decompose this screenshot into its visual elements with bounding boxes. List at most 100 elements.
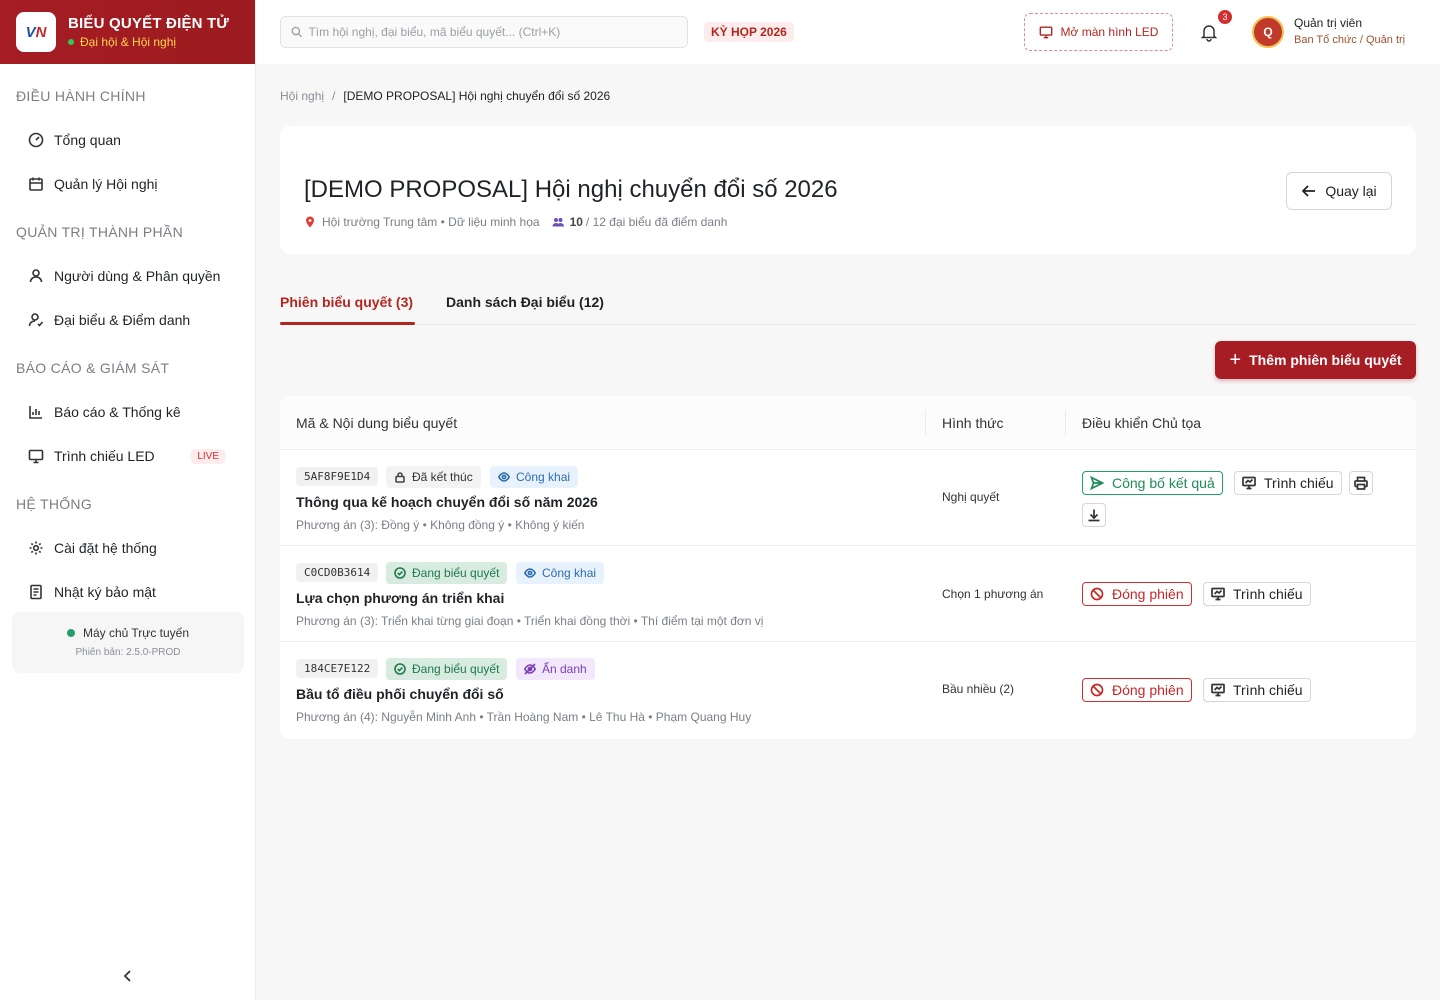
- conference-location: Hội trường Trung tâm • Dữ liệu minh họa: [322, 215, 540, 229]
- ban-icon: [1090, 587, 1104, 601]
- breadcrumb: Hội nghị / [DEMO PROPOSAL] Hội nghị chuyển…: [280, 89, 610, 103]
- sidebar-item-delegates[interactable]: Đại biểu & Điểm danh: [0, 298, 255, 342]
- server-status: Máy chủ Trực tuyến: [12, 626, 244, 640]
- back-button-label: Quay lại: [1325, 183, 1377, 199]
- conference-meta: Hội trường Trung tâm • Dữ liệu minh họa …: [304, 215, 727, 229]
- app-logo: VN: [16, 12, 56, 52]
- bell-icon[interactable]: [1200, 22, 1218, 42]
- sidebar-item-settings[interactable]: Cài đặt hệ thống: [0, 526, 255, 570]
- present-button[interactable]: Trình chiếu: [1234, 471, 1342, 495]
- status-label: Đã kết thúc: [412, 470, 473, 484]
- button-label: Đóng phiên: [1112, 682, 1184, 698]
- user-role: Ban Tổ chức / Quản trị: [1294, 34, 1406, 46]
- vote-form: Nghị quyết: [942, 490, 1000, 504]
- vote-options: Phương án (3): Triển khai từng giai đoạn…: [296, 614, 764, 628]
- sidebar-item-users[interactable]: Người dùng & Phân quyền: [0, 254, 255, 298]
- conference-header: [DEMO PROPOSAL] Hội nghị chuyển đổi số 2…: [280, 126, 1416, 254]
- close-session-button[interactable]: Đóng phiên: [1082, 582, 1192, 606]
- button-label: Trình chiếu: [1264, 475, 1334, 491]
- attendance-total: / 12 đại biểu đã điểm danh: [585, 215, 728, 229]
- open-led-button[interactable]: Mở màn hình LED: [1024, 13, 1173, 51]
- user-name[interactable]: Quản trị viên: [1294, 16, 1362, 30]
- close-session-button[interactable]: Đóng phiên: [1082, 678, 1192, 702]
- app-title: BIỂU QUYẾT ĐIỆN TỬ: [68, 15, 230, 32]
- vote-code: 184CE7E122: [296, 659, 379, 678]
- table-header: Mã & Nội dung biểu quyết Hình thức Điều …: [280, 396, 1416, 450]
- print-button[interactable]: [1349, 471, 1373, 495]
- sidebar-item-led[interactable]: Trình chiếu LED LIVE: [0, 434, 255, 478]
- led-button-label: Mở màn hình LED: [1060, 25, 1159, 39]
- dashboard-icon: [28, 132, 44, 148]
- status-dot: [66, 629, 75, 637]
- button-label: Trình chiếu: [1233, 682, 1303, 698]
- vote-title: Thông qua kế hoạch chuyển đổi số năm 202…: [296, 494, 598, 510]
- button-label: Công bố kết quả: [1112, 475, 1215, 491]
- visibility-badge: Ẩn danh: [516, 658, 595, 680]
- send-icon: [1090, 476, 1104, 490]
- page-title: [DEMO PROPOSAL] Hội nghị chuyển đổi số 2…: [304, 176, 838, 203]
- column-header-content: Mã & Nội dung biểu quyết: [296, 415, 458, 431]
- status-badge: Đã kết thúc: [386, 466, 481, 488]
- sidebar-item-label: Cài đặt hệ thống: [54, 540, 157, 556]
- publish-results-button[interactable]: Công bố kết quả: [1082, 471, 1223, 495]
- status-badge: Đang biểu quyết: [386, 562, 508, 584]
- tab-voting-sessions[interactable]: Phiên biểu quyết (3): [280, 294, 413, 310]
- gear-icon: [29, 541, 43, 555]
- back-button[interactable]: Quay lại: [1286, 172, 1392, 210]
- search-input[interactable]: [308, 25, 677, 39]
- active-tab-indicator: [280, 322, 415, 325]
- search-icon: [291, 26, 302, 38]
- sidebar-item-label: Quản lý Hội nghị: [54, 176, 158, 192]
- download-button[interactable]: [1082, 503, 1106, 527]
- vote-options: Phương án (4): Nguyễn Minh Anh • Trần Ho…: [296, 710, 752, 724]
- sidebar-item-reports[interactable]: Báo cáo & Thống kê: [0, 390, 255, 434]
- add-voting-session-button[interactable]: + Thêm phiên biểu quyết: [1215, 341, 1416, 379]
- voting-sessions-table: Mã & Nội dung biểu quyết Hình thức Điều …: [280, 396, 1416, 739]
- monitor-icon: [28, 449, 44, 464]
- vote-title: Bầu tổ điều phối chuyển đổi số: [296, 686, 504, 702]
- visibility-label: Công khai: [542, 566, 597, 580]
- sidebar: VN BIỂU QUYẾT ĐIỆN TỬ Đại hội & Hội nghị…: [0, 0, 256, 1000]
- eye-icon: [524, 568, 536, 578]
- check-circle-icon: [394, 663, 406, 675]
- visibility-label: Ẩn danh: [542, 662, 587, 676]
- visibility-badge: Công khai: [516, 562, 605, 584]
- breadcrumb-parent[interactable]: Hội nghị: [280, 89, 324, 103]
- check-circle-icon: [394, 567, 406, 579]
- sidebar-item-security-log[interactable]: Nhật ký bảo mật: [0, 570, 255, 614]
- brand-header[interactable]: VN BIỂU QUYẾT ĐIỆN TỬ Đại hội & Hội nghị: [0, 0, 255, 64]
- log-icon: [30, 584, 42, 600]
- version-label: Phiên bản: 2.5.0-PROD: [75, 647, 181, 658]
- present-button[interactable]: Trình chiếu: [1203, 678, 1311, 702]
- column-divider: [1065, 410, 1066, 436]
- present-button[interactable]: Trình chiếu: [1203, 582, 1311, 606]
- app-subtitle: Đại hội & Hội nghị: [68, 35, 229, 49]
- search-box[interactable]: [280, 16, 688, 48]
- button-label: Đóng phiên: [1112, 586, 1184, 602]
- collapse-sidebar-button[interactable]: [118, 966, 138, 986]
- status-label: Đang biểu quyết: [412, 566, 500, 580]
- sidebar-item-label: Đại biểu & Điểm danh: [54, 312, 191, 328]
- table-row: C0CD0B3614 Đang biểu quyết Công khai Lựa…: [280, 546, 1416, 642]
- vote-form: Bầu nhiều (2): [942, 682, 1015, 696]
- sidebar-item-label: Người dùng & Phân quyền: [54, 268, 221, 284]
- add-button-label: Thêm phiên biểu quyết: [1249, 352, 1402, 368]
- sidebar-item-conferences[interactable]: Quản lý Hội nghị: [0, 162, 255, 206]
- arrow-left-icon: [1302, 185, 1316, 197]
- status-label: Đang biểu quyết: [412, 662, 500, 676]
- sidebar-item-label: Báo cáo & Thống kê: [54, 404, 181, 420]
- column-divider: [925, 410, 926, 436]
- nav-section-main: ĐIỀU HÀNH CHÍNH: [16, 88, 146, 104]
- session-badge: KỲ HỌP 2026: [704, 22, 794, 42]
- sidebar-item-overview[interactable]: Tổng quan: [0, 118, 255, 162]
- avatar[interactable]: Q: [1252, 16, 1284, 48]
- nav-section-reports: BÁO CÁO & GIÁM SÁT: [16, 360, 170, 376]
- users-icon: [29, 269, 43, 283]
- eye-icon: [498, 472, 510, 482]
- eye-off-icon: [524, 663, 536, 675]
- table-row: 184CE7E122 Đang biểu quyết Ẩn danh Bầu t…: [280, 642, 1416, 738]
- presentation-icon: [1242, 476, 1256, 490]
- tab-delegates[interactable]: Danh sách Đại biểu (12): [446, 294, 604, 310]
- sidebar-item-label: Trình chiếu LED: [54, 448, 155, 464]
- button-label: Trình chiếu: [1233, 586, 1303, 602]
